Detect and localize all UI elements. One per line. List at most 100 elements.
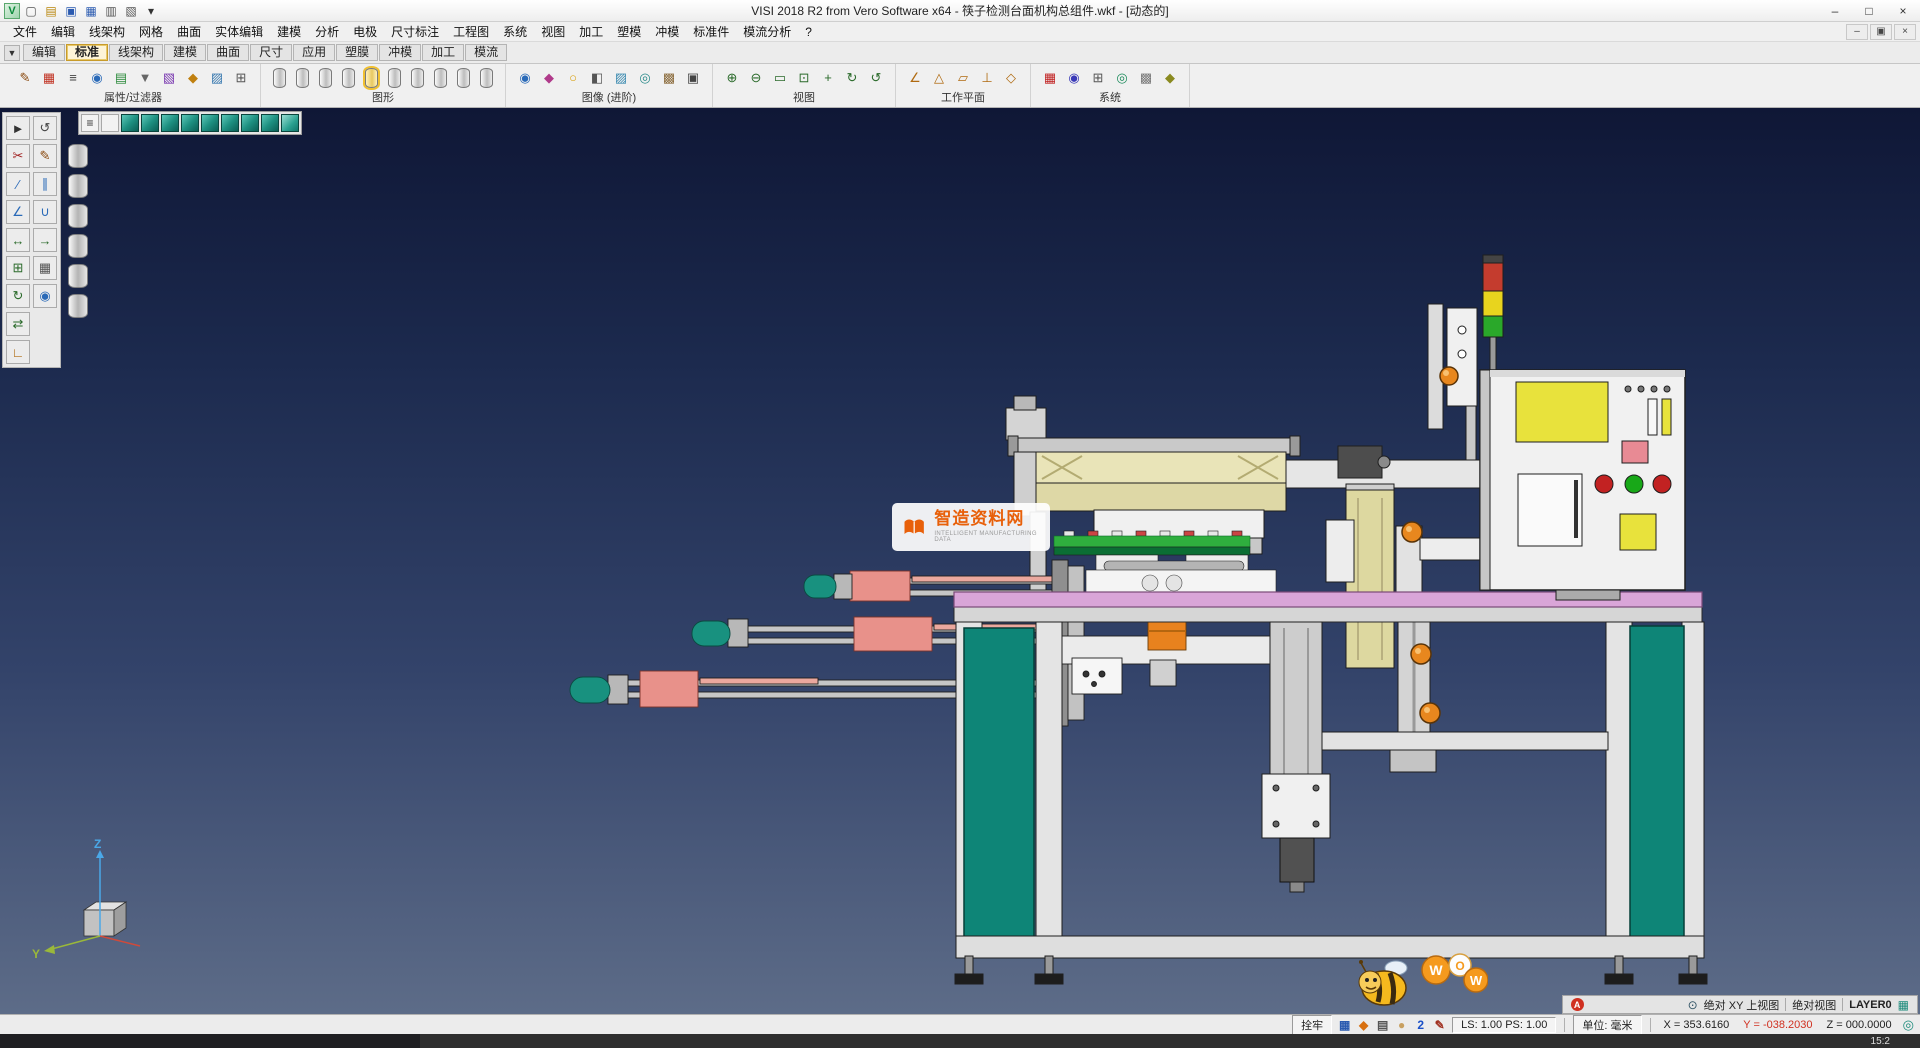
- world-view-icon[interactable]: ◎: [1111, 67, 1133, 89]
- preview-icon[interactable]: ▧: [122, 2, 140, 20]
- system-settings-icon[interactable]: ⊞: [1087, 67, 1109, 89]
- pan-view-icon[interactable]: +: [817, 67, 839, 89]
- delete-icon[interactable]: ✂: [6, 144, 30, 168]
- taskbar-apps-area[interactable]: [0, 1034, 420, 1048]
- print-status-icon[interactable]: ▤: [1374, 1017, 1391, 1033]
- rotate-view-icon[interactable]: ↻: [841, 67, 863, 89]
- menu-surface[interactable]: 曲面: [170, 23, 208, 40]
- tab-surface[interactable]: 曲面: [207, 44, 249, 61]
- extend-icon[interactable]: →: [33, 228, 57, 252]
- annotation-icon[interactable]: ✎: [1431, 1017, 1448, 1033]
- backface-mode-icon[interactable]: [480, 68, 493, 88]
- display-options-icon[interactable]: ◉: [1063, 67, 1085, 89]
- menu-wireframe[interactable]: 线架构: [82, 23, 132, 40]
- filter-settings-icon[interactable]: ⊞: [230, 67, 252, 89]
- group-filter-icon[interactable]: ▧: [158, 67, 180, 89]
- modify-icon[interactable]: ✎: [33, 144, 57, 168]
- filter-points-icon[interactable]: [68, 174, 88, 198]
- viewbar-blank-icon[interactable]: [101, 114, 119, 132]
- tab-mold[interactable]: 塑膜: [336, 44, 378, 61]
- save-all-icon[interactable]: ▦: [82, 2, 100, 20]
- zoom-fit-icon[interactable]: ⊡: [793, 67, 815, 89]
- menu-system[interactable]: 系统: [496, 23, 534, 40]
- menu-dimension[interactable]: 尺寸标注: [384, 23, 446, 40]
- view-orientation-label[interactable]: 绝对 XY 上视图: [1704, 997, 1780, 1013]
- filter-all-icon[interactable]: [68, 144, 88, 168]
- print-icon[interactable]: ▥: [102, 2, 120, 20]
- render-flame-icon[interactable]: ◆: [1355, 1017, 1372, 1033]
- doc-restore-button[interactable]: ▣: [1870, 24, 1892, 40]
- tab-standard[interactable]: 标准: [66, 44, 108, 61]
- background-icon[interactable]: ▨: [610, 67, 632, 89]
- filter-solids-icon[interactable]: [68, 264, 88, 288]
- session-count-badge[interactable]: 2: [1412, 1017, 1429, 1033]
- menu-die[interactable]: 冲模: [648, 23, 686, 40]
- view-bottom-icon[interactable]: [241, 114, 259, 132]
- tab-die[interactable]: 冲模: [379, 44, 421, 61]
- zoom-in-icon[interactable]: ⊕: [721, 67, 743, 89]
- trim-icon[interactable]: ∕: [6, 172, 30, 196]
- tab-flow[interactable]: 模流: [465, 44, 507, 61]
- materials-icon[interactable]: ◆: [538, 67, 560, 89]
- display-monitor-icon[interactable]: ▦: [1336, 1017, 1353, 1033]
- viewbar-menu-icon[interactable]: ≡: [81, 114, 99, 132]
- shaded-mode-icon[interactable]: [342, 68, 355, 88]
- shaded-edges-mode-icon[interactable]: [365, 68, 378, 88]
- zoom-out-icon[interactable]: ⊖: [745, 67, 767, 89]
- doc-close-button[interactable]: ×: [1894, 24, 1916, 40]
- color-table-icon[interactable]: ▦: [38, 67, 60, 89]
- layer-color-icon[interactable]: ▦: [1898, 998, 1909, 1012]
- view-back-icon[interactable]: [181, 114, 199, 132]
- close-button[interactable]: ×: [1886, 0, 1920, 21]
- menu-flow-analysis[interactable]: 模流分析: [736, 23, 798, 40]
- select-icon[interactable]: ►: [6, 116, 30, 140]
- menu-view[interactable]: 视图: [534, 23, 572, 40]
- view-dimetric-icon[interactable]: [261, 114, 279, 132]
- quick-select-icon[interactable]: ◆: [182, 67, 204, 89]
- selection-mask-icon[interactable]: ▨: [206, 67, 228, 89]
- layer-filter-icon[interactable]: ▤: [110, 67, 132, 89]
- menu-solid-edit[interactable]: 实体编辑: [208, 23, 270, 40]
- menu-mold[interactable]: 塑模: [610, 23, 648, 40]
- save-icon[interactable]: ▣: [62, 2, 80, 20]
- snap-lock-toggle[interactable]: 拴牢: [1292, 1015, 1332, 1035]
- menu-help[interactable]: ?: [798, 25, 819, 39]
- point-filter-icon[interactable]: ◉: [86, 67, 108, 89]
- view-left-icon[interactable]: [201, 114, 219, 132]
- workplane-3point-icon[interactable]: △: [928, 67, 950, 89]
- previous-view-icon[interactable]: ↺: [865, 67, 887, 89]
- os-taskbar[interactable]: 15:2: [0, 1034, 1920, 1048]
- workplane-manager-icon[interactable]: ◇: [1000, 67, 1022, 89]
- quick-access-caret-icon[interactable]: ▾: [142, 2, 160, 20]
- gouraud-mode-icon[interactable]: [388, 68, 401, 88]
- break-icon[interactable]: ∠: [6, 200, 30, 224]
- user-profile-icon[interactable]: ●: [1393, 1017, 1410, 1033]
- view-iso-icon[interactable]: [121, 114, 139, 132]
- menu-machining[interactable]: 加工: [572, 23, 610, 40]
- texture-icon[interactable]: ▩: [658, 67, 680, 89]
- absolute-view-label[interactable]: 绝对视图: [1792, 997, 1836, 1013]
- tab-dimension[interactable]: 尺寸: [250, 44, 292, 61]
- menu-analysis[interactable]: 分析: [308, 23, 346, 40]
- matrix-icon[interactable]: ▩: [1135, 67, 1157, 89]
- tab-wireframe[interactable]: 线架构: [109, 44, 163, 61]
- snapshot-icon[interactable]: ▣: [682, 67, 704, 89]
- wireframe-mode-icon[interactable]: [273, 68, 286, 88]
- menu-modeling[interactable]: 建模: [270, 23, 308, 40]
- search-icon[interactable]: ⊙: [1688, 998, 1698, 1012]
- rotate-icon[interactable]: ↻: [6, 284, 30, 308]
- new-document-icon[interactable]: ▢: [22, 2, 40, 20]
- move-icon[interactable]: ↔: [6, 228, 30, 252]
- element-filter-icon[interactable]: ▼: [134, 67, 156, 89]
- view-top-icon[interactable]: [141, 114, 159, 132]
- tab-application[interactable]: 应用: [293, 44, 335, 61]
- maximize-button[interactable]: □: [1852, 0, 1886, 21]
- workplane-xy-icon[interactable]: ∠: [904, 67, 926, 89]
- mirror-icon[interactable]: ⇄: [6, 312, 30, 336]
- menu-file[interactable]: 文件: [6, 23, 44, 40]
- offset-icon[interactable]: ∥: [33, 172, 57, 196]
- copy-icon[interactable]: ⊞: [6, 256, 30, 280]
- info-icon[interactable]: ◉: [33, 284, 57, 308]
- measure-icon[interactable]: ∟: [6, 340, 30, 364]
- view-shaded-cube-icon[interactable]: [281, 114, 299, 132]
